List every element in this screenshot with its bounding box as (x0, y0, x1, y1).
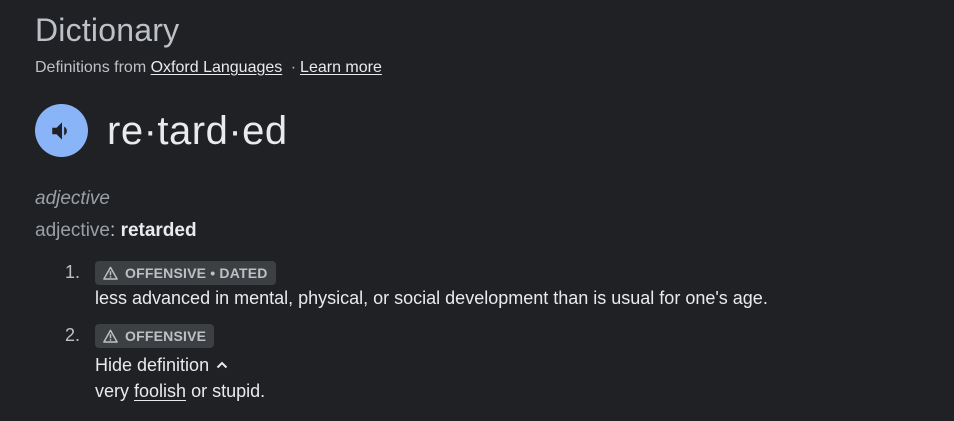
hide-definition-toggle[interactable]: Hide definition (95, 352, 228, 378)
definition-text: very foolish or stupid. (95, 378, 954, 404)
hide-definition-label: Hide definition (95, 355, 210, 375)
usage-label-chip: OFFENSIVE • DATED (95, 261, 276, 285)
oxford-languages-link[interactable]: Oxford Languages (151, 59, 283, 76)
sense-body: OFFENSIVE Hide definition very foolish o… (95, 324, 954, 404)
part-of-speech: adjective (35, 188, 110, 209)
learn-more-link[interactable]: Learn more (300, 59, 382, 76)
sense-body: OFFENSIVE • DATED less advanced in menta… (95, 261, 954, 311)
sense-number: 1. (65, 262, 81, 282)
definition-text-pre: very (95, 381, 130, 401)
source-separator: · (290, 59, 297, 76)
inflection-colon: : (110, 220, 116, 241)
usage-label-text: OFFENSIVE • DATED (125, 265, 268, 281)
source-prefix: Definitions from (35, 59, 147, 76)
sense-number: 2. (65, 325, 81, 345)
inflection-label: adjective (35, 220, 110, 241)
usage-label-chip: OFFENSIVE (95, 324, 215, 348)
source-line: Definitions from Oxford Languages · Learn… (35, 57, 382, 79)
foolish-link[interactable]: foolish (134, 381, 186, 401)
pronunciation-audio-button[interactable] (35, 104, 88, 157)
inflection-word: retarded (120, 220, 197, 241)
definition-text: less advanced in mental, physical, or so… (95, 288, 768, 308)
warning-icon (103, 329, 118, 343)
speaker-icon (51, 121, 67, 140)
chevron-up-icon (216, 361, 228, 369)
dictionary-title: Dictionary (35, 12, 180, 48)
inflection-line: adjective: retarded (35, 219, 197, 243)
headword: re·tard·ed (107, 109, 288, 153)
definition-text-post: or stupid. (191, 381, 266, 401)
dictionary-panel: Dictionary Definitions from Oxford Langu… (35, 0, 940, 421)
usage-label-text: OFFENSIVE (125, 328, 207, 344)
warning-icon (103, 266, 118, 280)
